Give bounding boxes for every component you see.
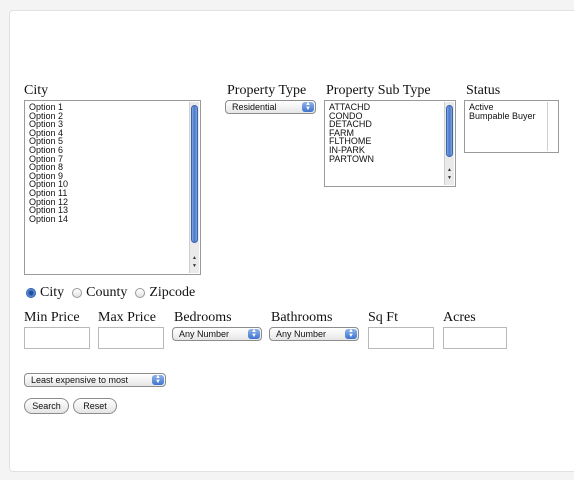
bathrooms-value: Any Number <box>276 329 327 339</box>
sub-type-list-scrollbar[interactable]: ▲ ▼ <box>444 102 454 185</box>
scroll-up-arrow-icon[interactable]: ▲ <box>191 256 198 261</box>
bedrooms-label: Bedrooms <box>174 310 232 325</box>
city-list-scrollbar[interactable]: ▲ ▼ <box>189 102 199 273</box>
updown-chevron-icon: ▲ ▼ <box>302 101 314 112</box>
radio-icon-zipcode[interactable] <box>135 288 146 298</box>
bathrooms-label: Bathrooms <box>271 310 333 325</box>
property-sub-type-option[interactable]: PARTOWN <box>325 154 455 164</box>
property-sub-type-listbox[interactable]: ATTACHD CONDO DETACHD FARM FLTHOME IN-PARK PAR… <box>324 100 456 187</box>
radio-icon-city[interactable] <box>26 288 36 298</box>
sort-value: Least expensive to most <box>31 375 129 385</box>
min-price-label: Min Price <box>24 310 80 325</box>
sort-select[interactable]: Least expensive to most ▲ ▼ <box>24 373 166 387</box>
status-option[interactable]: Bumpable Buyer <box>465 111 558 121</box>
city-option[interactable]: Option 14 <box>25 214 200 224</box>
status-list-scrollbar[interactable] <box>547 102 557 151</box>
acres-input[interactable] <box>443 327 507 349</box>
sub-type-scroll-thumb[interactable] <box>446 105 453 157</box>
updown-chevron-icon: ▲ ▼ <box>248 328 260 339</box>
city-label: City <box>24 83 49 98</box>
radio-city-label[interactable]: City <box>40 285 64 301</box>
city-listbox[interactable]: Option 1 Option 2 Option 3 Option 4 Option 5… <box>24 100 201 275</box>
max-price-label: Max Price <box>98 310 156 325</box>
reset-button[interactable]: Reset <box>73 398 117 414</box>
acres-label: Acres <box>443 310 476 325</box>
property-type-label: Property Type <box>227 83 307 98</box>
bathrooms-select[interactable]: Any Number ▲ ▼ <box>269 327 359 341</box>
property-type-value: Residential <box>232 102 277 112</box>
min-price-input[interactable] <box>24 327 90 349</box>
radio-icon-county[interactable] <box>72 288 83 298</box>
property-sub-type-label: Property Sub Type <box>326 83 431 98</box>
city-scroll-thumb[interactable] <box>191 105 198 243</box>
scroll-up-arrow-icon[interactable]: ▲ <box>446 168 453 173</box>
location-filter-radios: City County Zipcode <box>26 285 203 301</box>
radio-zipcode-label[interactable]: Zipcode <box>149 285 195 301</box>
bedrooms-value: Any Number <box>179 329 230 339</box>
sqft-label: Sq Ft <box>368 310 398 325</box>
status-label: Status <box>466 83 501 98</box>
status-listbox[interactable]: Active Bumpable Buyer <box>464 100 559 153</box>
property-type-select[interactable]: Residential ▲ ▼ <box>225 100 316 114</box>
max-price-input[interactable] <box>98 327 164 349</box>
search-button[interactable]: Search <box>24 398 69 414</box>
scroll-down-arrow-icon[interactable]: ▼ <box>446 176 453 181</box>
sqft-input[interactable] <box>368 327 434 349</box>
radio-county-label[interactable]: County <box>86 285 127 301</box>
scroll-down-arrow-icon[interactable]: ▼ <box>191 264 198 269</box>
bedrooms-select[interactable]: Any Number ▲ ▼ <box>172 327 262 341</box>
updown-chevron-icon: ▲ ▼ <box>152 374 164 385</box>
updown-chevron-icon: ▲ ▼ <box>345 328 357 339</box>
